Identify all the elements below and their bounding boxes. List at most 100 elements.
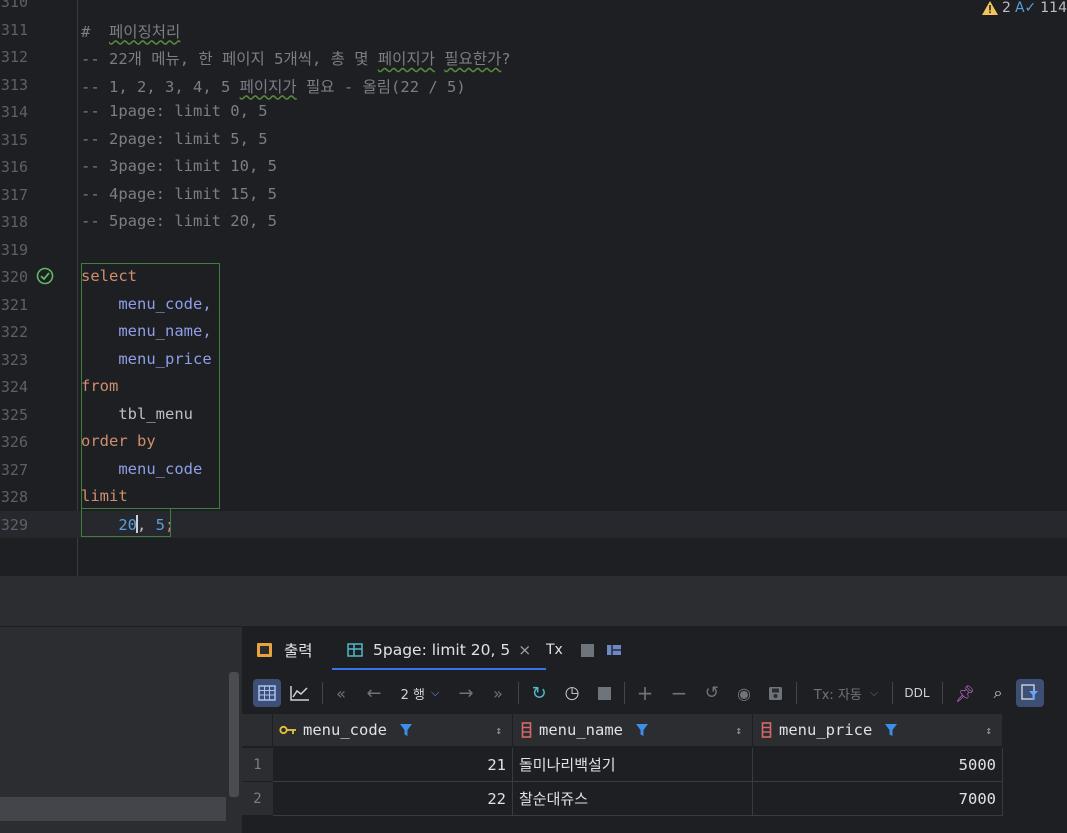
key-icon <box>279 725 296 735</box>
code-editor[interactable]: 2 A✓ 114 310 311 # 페이징처리 312 -- 22개 메뉴, 한 페이… <box>0 0 1067 576</box>
panel-splitter[interactable] <box>0 576 1067 626</box>
code-text: -- 1page: limit 0, 5 <box>81 102 268 120</box>
sort-icon[interactable]: ↕ <box>735 724 742 737</box>
code-line[interactable]: 323 menu_price <box>0 346 1067 373</box>
code-line[interactable]: 316 -- 3page: limit 10, 5 <box>0 153 1067 180</box>
history-icon[interactable]: ◷ <box>560 672 584 714</box>
limit-offset: 20 <box>118 515 137 534</box>
code-text: select <box>81 267 137 285</box>
selected-tree-item[interactable] <box>0 797 226 821</box>
code-line[interactable]: 312 -- 22개 메뉴, 한 페이지 5개씩, 총 몇 페이지가 필요한가? <box>0 43 1067 70</box>
tab-tx[interactable]: Tx <box>546 630 563 670</box>
code-line[interactable]: 319 <box>0 236 1067 263</box>
chart-view-button[interactable] <box>287 672 313 714</box>
code-line[interactable]: 313 -- 1, 2, 3, 4, 5 페이지가 필요 - 올림(22 / 5) <box>0 71 1067 98</box>
tab-result[interactable]: 5page: limit 20, 5 × <box>332 630 547 670</box>
column-icon <box>521 722 532 738</box>
filter-icon[interactable] <box>884 723 898 737</box>
toolbar-separator <box>892 682 893 704</box>
stop-square-icon <box>597 686 611 700</box>
line-number: 311 <box>0 20 28 39</box>
column-header-menu-name[interactable]: menu_name ↕ <box>513 714 753 747</box>
limit-sep: , <box>137 515 156 534</box>
code-line[interactable]: 311 # 페이징처리 <box>0 16 1067 43</box>
next-page-icon[interactable]: → <box>454 672 478 714</box>
tab-output[interactable]: 출력 <box>256 630 313 670</box>
cell-menu-name[interactable]: 찰순대쥬스 <box>513 782 753 816</box>
search-icon[interactable]: ⌕ <box>987 672 1009 714</box>
tree-scrollbar[interactable] <box>229 672 239 797</box>
line-number: 323 <box>0 350 28 369</box>
sort-icon[interactable]: ↕ <box>495 724 502 737</box>
table-icon <box>347 643 363 657</box>
tx-mode-selector[interactable]: Tx: 자동 ⌵ <box>808 672 884 714</box>
code-line[interactable]: 318 -- 5page: limit 20, 5 <box>0 208 1067 235</box>
first-page-icon[interactable]: « <box>330 672 352 714</box>
execution-success-icon[interactable] <box>36 267 54 285</box>
filter-panel-button[interactable] <box>1016 679 1044 707</box>
row-number[interactable]: 1 <box>242 748 273 782</box>
cell-menu-code[interactable]: 21 <box>273 748 513 782</box>
code-line[interactable]: 328 limit <box>0 483 1067 510</box>
refresh-icon[interactable]: ↻ <box>527 672 551 714</box>
code-text: tbl_menu <box>81 404 193 423</box>
code-line[interactable]: 310 <box>0 0 1067 15</box>
cell-menu-code[interactable]: 22 <box>273 782 513 816</box>
layout-button[interactable] <box>606 630 622 670</box>
sort-icon[interactable]: ↕ <box>985 724 992 737</box>
code-text: -- 4page: limit 15, 5 <box>81 184 277 203</box>
code-text: -- 5page: limit 20, 5 <box>81 212 277 230</box>
code-line[interactable]: 315 -- 2page: limit 5, 5 <box>0 126 1067 153</box>
column-icon <box>761 722 772 738</box>
code-line[interactable]: 317 -- 4page: limit 15, 5 <box>0 181 1067 208</box>
statement-end: ; <box>165 515 175 534</box>
revert-icon[interactable]: ↺ <box>701 672 723 714</box>
line-number: 320 <box>0 268 28 286</box>
code-line[interactable]: 324 from <box>0 373 1067 400</box>
code-line[interactable]: 325 tbl_menu <box>0 401 1067 428</box>
row-count-selector[interactable]: 2 행 ⌵ <box>392 672 448 714</box>
filter-layout-icon <box>1021 684 1038 700</box>
line-number: 312 <box>0 48 28 66</box>
tab-output-label: 출력 <box>284 642 313 660</box>
line-number: 315 <box>0 130 28 149</box>
save-icon[interactable] <box>764 672 786 714</box>
grid-icon <box>258 685 276 701</box>
ddl-label: DDL <box>904 686 930 700</box>
add-row-icon[interactable]: + <box>634 672 656 714</box>
preview-eye-icon[interactable]: ◉ <box>732 672 756 714</box>
pin-icon[interactable]: 📌︎ <box>954 672 976 714</box>
code-line[interactable]: 320 select <box>0 263 1067 290</box>
stop-button[interactable] <box>581 630 594 670</box>
filter-icon[interactable] <box>399 723 413 737</box>
column-header-label: menu_name <box>539 721 623 739</box>
code-line[interactable]: 322 menu_name, <box>0 318 1067 345</box>
floppy-icon <box>768 686 782 700</box>
row-number[interactable]: 2 <box>242 782 273 816</box>
toolbar-separator <box>322 682 323 704</box>
code-line[interactable]: 326 order by <box>0 428 1067 455</box>
last-page-icon[interactable]: » <box>487 672 509 714</box>
layout-icon <box>607 645 621 655</box>
filter-icon[interactable] <box>635 723 649 737</box>
code-text: -- 3page: limit 10, 5 <box>81 157 277 175</box>
cell-menu-price[interactable]: 7000 <box>753 782 1003 816</box>
cell-menu-name[interactable]: 돌미나리백설기 <box>513 748 753 782</box>
table-view-button[interactable] <box>253 679 281 707</box>
code-line[interactable]: 327 menu_code <box>0 456 1067 483</box>
ddl-button[interactable]: DDL <box>900 672 934 714</box>
column-header-menu-price[interactable]: menu_price ↕ <box>753 714 1003 747</box>
code-line[interactable]: 314 -- 1page: limit 0, 5 <box>0 98 1067 125</box>
line-number: 326 <box>0 433 28 451</box>
close-icon[interactable]: × <box>518 641 531 659</box>
cell-menu-price[interactable]: 5000 <box>753 748 1003 782</box>
code-line[interactable]: 329 20, 5; <box>0 510 1067 538</box>
column-header-menu-code[interactable]: menu_code ↕ <box>273 714 513 747</box>
line-number: 327 <box>0 460 28 479</box>
delete-row-icon[interactable]: − <box>668 672 690 714</box>
line-number: 322 <box>0 323 28 341</box>
output-icon <box>257 643 272 657</box>
prev-page-icon[interactable]: ← <box>362 672 386 714</box>
code-line[interactable]: 321 menu_code, <box>0 291 1067 318</box>
stop-query-button[interactable] <box>594 672 614 714</box>
